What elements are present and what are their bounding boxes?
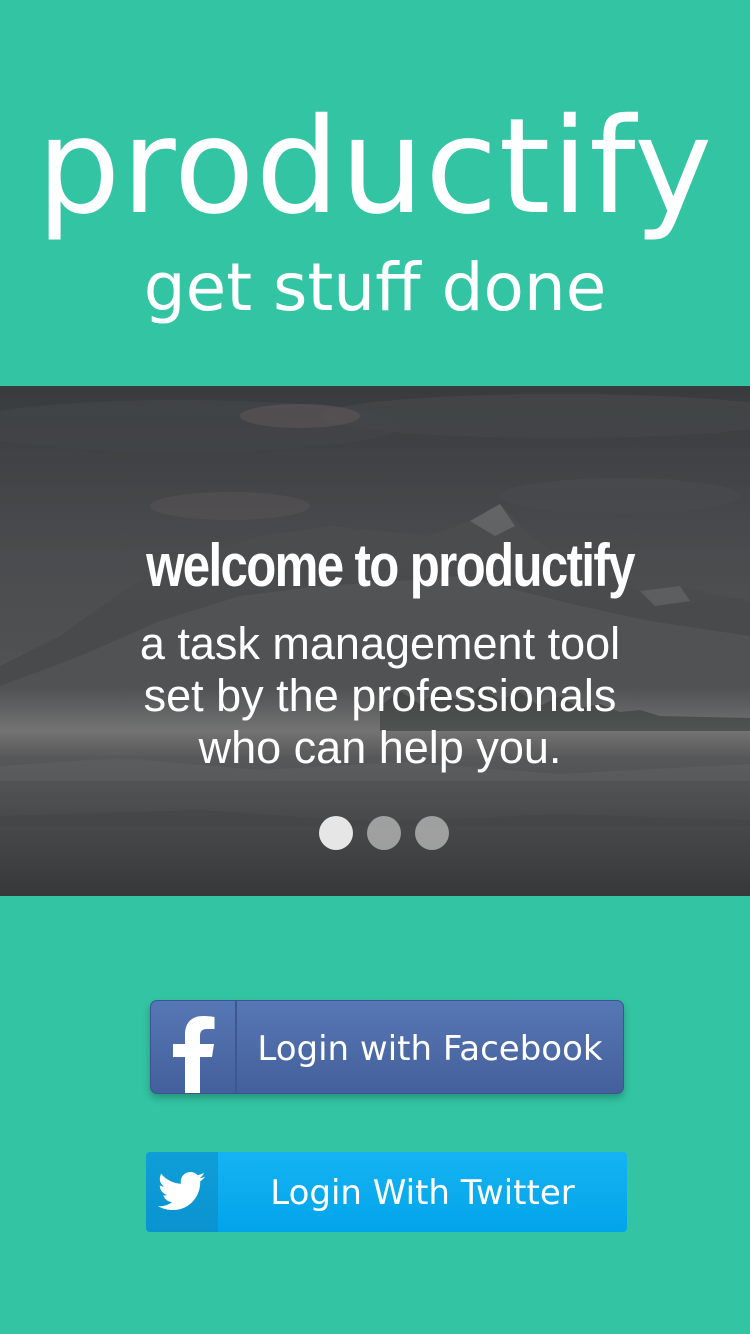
login-facebook-button[interactable]: Login with Facebook xyxy=(150,1000,624,1094)
carousel-pagination xyxy=(0,816,750,850)
app-tagline: get stuff done xyxy=(143,249,607,326)
app-title: productify xyxy=(36,90,714,244)
welcome-heading: welcome to productify xyxy=(146,532,635,599)
facebook-icon xyxy=(151,1001,237,1093)
pagination-dot-3[interactable] xyxy=(415,816,449,850)
brand-header: productify get stuff done xyxy=(0,0,750,386)
pagination-dot-1[interactable] xyxy=(319,816,353,850)
twitter-button-label: Login With Twitter xyxy=(270,1173,575,1213)
description-line: who can help you. xyxy=(198,722,562,773)
twitter-icon xyxy=(146,1152,218,1232)
description-line: set by the professionals xyxy=(143,670,617,721)
login-twitter-button[interactable]: Login With Twitter xyxy=(146,1152,627,1232)
welcome-carousel[interactable]: welcome to productify a task management … xyxy=(0,386,750,896)
description-line: a task management tool xyxy=(139,618,621,669)
welcome-description: a task management tool set by the profes… xyxy=(0,618,750,774)
facebook-button-label: Login with Facebook xyxy=(257,1029,603,1069)
pagination-dot-2[interactable] xyxy=(367,816,401,850)
